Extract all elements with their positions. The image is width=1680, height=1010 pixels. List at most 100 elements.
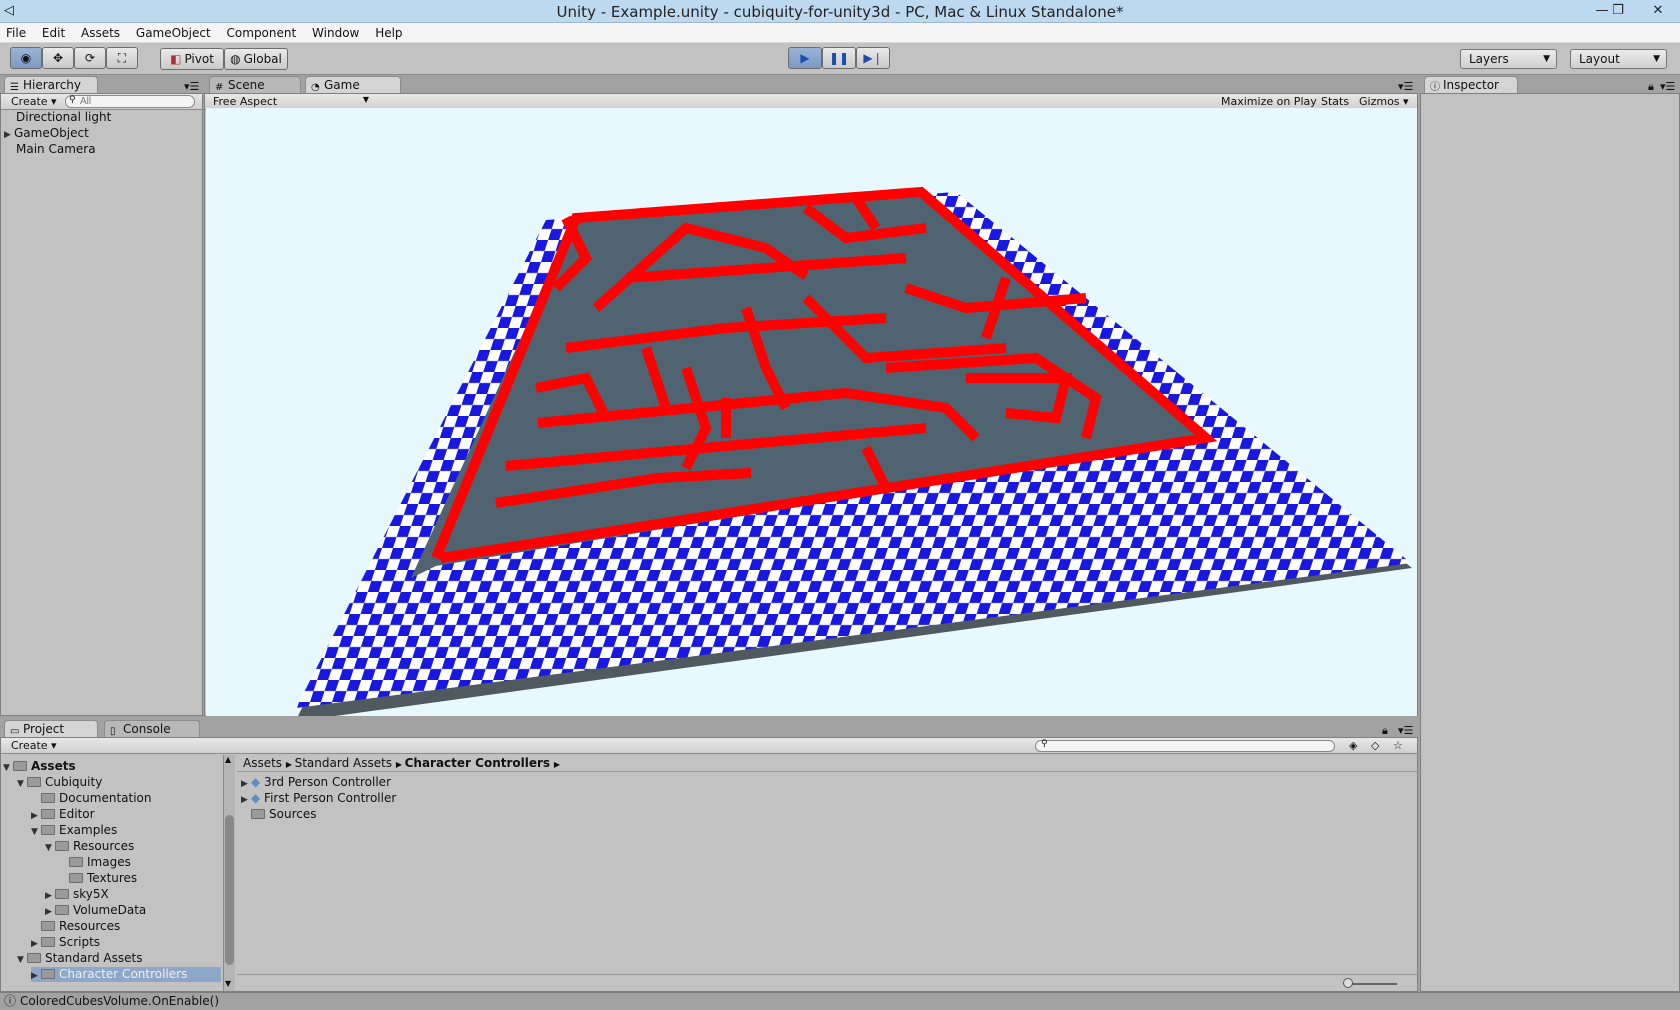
tab-game[interactable]: ◔ Game [305,76,401,94]
menu-file[interactable]: File [0,23,32,43]
filter-type-icon[interactable]: ◈ [1349,739,1357,752]
tree-label: Character Controllers [59,967,188,981]
aspect-dropdown[interactable]: Free Aspect ▼ [213,95,373,108]
tree-item-images[interactable]: Images [69,855,131,870]
step-button[interactable]: ▶❘ [856,47,890,69]
pause-button[interactable]: ❚❚ [822,47,856,69]
menu-help[interactable]: Help [369,23,408,43]
scrollbar-thumb[interactable] [225,815,234,965]
tree-scrollbar[interactable]: ▲ ▼ [223,755,235,991]
tree-item-textures[interactable]: Textures [69,871,137,886]
menu-component[interactable]: Component [221,23,303,43]
breadcrumb-character-controllers[interactable]: Character Controllers [405,756,550,770]
project-search-input[interactable] [1035,740,1335,752]
maximize-on-play-toggle[interactable]: Maximize on Play [1221,95,1317,108]
tree-item-standard-assets[interactable]: ▼ Standard Assets [17,951,142,966]
folder-icon [251,809,265,819]
expand-arrow-icon[interactable]: ▶ [45,889,55,904]
layers-dropdown[interactable]: Layers ▼ [1460,49,1557,69]
menu-window[interactable]: Window [306,23,365,43]
folder-icon [69,857,83,867]
collapse-arrow-icon[interactable]: ▼ [17,777,27,792]
close-icon[interactable]: ✕ [1644,1,1672,21]
expand-arrow-icon[interactable]: ▶ [241,793,251,808]
move-tool-button[interactable]: ✥ [42,47,74,69]
global-button[interactable]: ◍ Global [224,48,288,70]
lock-icon[interactable]: 🔒︎ [1382,724,1388,738]
asset-sources-folder[interactable]: Sources [251,807,316,822]
tree-item-editor[interactable]: ▶ Editor [31,807,95,822]
breadcrumb-standard-assets[interactable]: Standard Assets [295,756,392,770]
tab-project[interactable]: ▭ Project [4,720,98,738]
move-icon: ✥ [52,51,64,65]
hierarchy-create-button[interactable]: Create ▾ [11,95,57,108]
chevron-right-icon: ▶ [285,760,295,769]
lock-icon[interactable]: 🔒︎ [1648,80,1654,94]
project-create-button[interactable]: Create ▾ [11,739,57,752]
tree-item-resources[interactable]: ▼ Resources [45,839,134,854]
tag-icon[interactable]: ◇ [1371,739,1379,752]
expand-arrow-icon[interactable]: ▶ [4,128,14,143]
asset-3rd-person-controller[interactable]: ▶ ◆ 3rd Person Controller [241,775,391,790]
tree-label: Editor [59,807,95,821]
tab-scene[interactable]: # Scene [209,76,301,94]
rotate-tool-button[interactable]: ⟳ [74,47,106,69]
collapse-arrow-icon[interactable]: ▼ [45,841,55,856]
menu-gameobject[interactable]: GameObject [130,23,217,43]
asset-first-person-controller[interactable]: ▶ ◆ First Person Controller [241,791,396,806]
view-tool-button[interactable]: ◉ [10,47,42,69]
scroll-up-icon[interactable]: ▲ [225,755,231,764]
collapse-arrow-icon[interactable]: ▼ [31,825,41,840]
scroll-down-icon[interactable]: ▼ [225,979,231,988]
layout-dropdown[interactable]: Layout ▼ [1570,49,1667,69]
tree-item-scripts[interactable]: ▶ Scripts [31,935,100,950]
expand-arrow-icon[interactable]: ▶ [31,937,41,952]
tree-item-resources-2[interactable]: Resources [41,919,120,934]
tab-hierarchy[interactable]: ☰ Hierarchy [4,76,98,94]
aspect-label: Free Aspect [213,95,278,108]
window-titlebar: ◁ Unity - Example.unity - cubiquity-for-… [0,0,1680,23]
hierarchy-panel: Create ▾ ⚲ Directional light ▶GameObject… [0,93,203,716]
stats-toggle[interactable]: Stats [1321,95,1349,108]
expand-arrow-icon[interactable]: ▶ [45,905,55,920]
tree-item-assets[interactable]: ▼ Assets [3,759,76,774]
folder-icon [41,809,55,819]
panel-menu-icon[interactable]: ▾☰ [1398,724,1413,737]
icon-size-slider[interactable] [1347,983,1397,985]
panel-menu-icon[interactable]: ▾☰ [1398,80,1413,93]
hierarchy-search-input[interactable] [65,95,195,108]
expand-arrow-icon[interactable]: ▶ [31,969,41,984]
tree-label: Images [87,855,131,869]
menu-edit[interactable]: Edit [36,23,71,43]
expand-arrow-icon[interactable]: ▶ [241,777,251,792]
play-button[interactable]: ▶ [788,47,822,69]
tree-item-documentation[interactable]: Documentation [41,791,152,806]
tree-item-cubiquity[interactable]: ▼ Cubiquity [17,775,102,790]
tab-console[interactable]: ▯ Console [104,720,200,738]
game-view-render[interactable] [206,108,1417,716]
collapse-arrow-icon[interactable]: ▼ [17,953,27,968]
status-message[interactable]: ColoredCubesVolume.OnEnable() [20,994,219,1008]
tab-inspector[interactable]: ⓘ Inspector [1424,76,1518,94]
scale-tool-button[interactable]: ⛶ [106,47,138,69]
asset-label: Sources [269,807,317,821]
tree-item-character-controllers[interactable]: ▶ Character Controllers [31,967,221,982]
tree-item-volumedata[interactable]: ▶ VolumeData [45,903,146,918]
breadcrumb-assets[interactable]: Assets [243,756,282,770]
slider-handle[interactable] [1343,978,1353,988]
restore-icon[interactable]: ❐ [1604,1,1632,21]
tree-item-examples[interactable]: ▼ Examples [31,823,117,838]
pivot-button[interactable]: ◧ Pivot [160,48,224,70]
collapse-arrow-icon[interactable]: ▼ [3,761,13,776]
expand-arrow-icon[interactable]: ▶ [31,809,41,824]
hierarchy-item-main-camera[interactable]: Main Camera [16,142,96,157]
gizmos-toggle[interactable]: Gizmos ▾ [1359,95,1409,108]
panel-menu-icon[interactable]: ▾☰ [1660,80,1675,93]
menu-assets[interactable]: Assets [75,23,126,43]
project-tab-label: Project [23,722,65,736]
star-icon[interactable]: ☆ [1393,739,1403,752]
hierarchy-item-directional-light[interactable]: Directional light [16,110,111,125]
tree-item-sky5x[interactable]: ▶ sky5X [45,887,109,902]
hierarchy-item-gameobject[interactable]: ▶ GameObject [4,126,89,141]
panel-menu-icon[interactable]: ▾☰ [184,80,199,93]
